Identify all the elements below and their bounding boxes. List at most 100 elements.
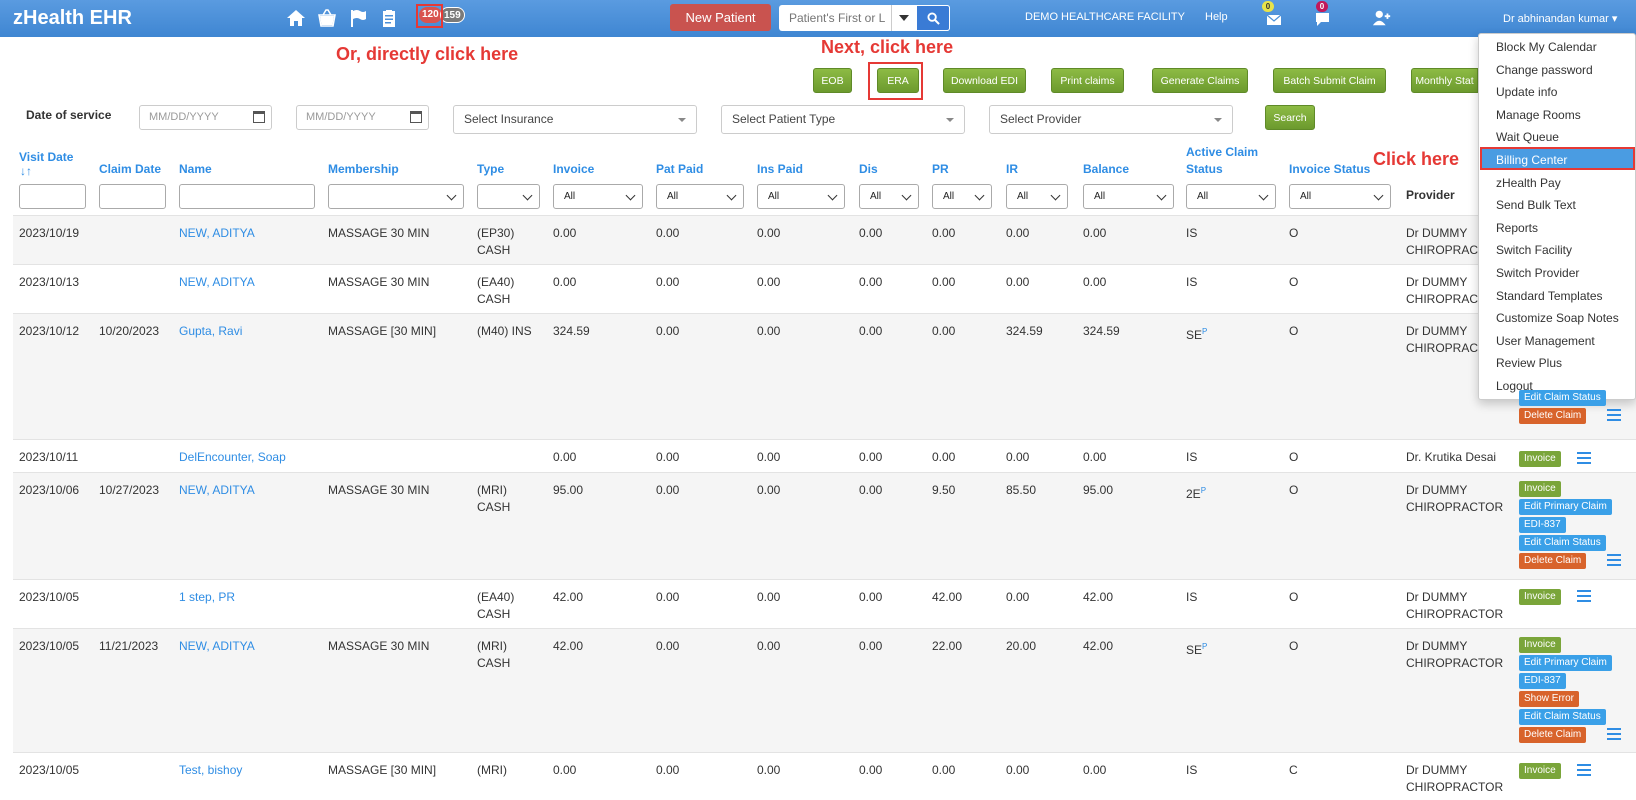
- filter-invoice[interactable]: All: [553, 184, 643, 209]
- col-claim-date[interactable]: Claim Date: [99, 162, 161, 176]
- generate-claims-button[interactable]: Generate Claims: [1152, 68, 1248, 93]
- sort-icon[interactable]: ↓↑: [20, 164, 32, 178]
- cell-name[interactable]: DelEncounter, Soap: [179, 449, 286, 466]
- filter-pr[interactable]: All: [932, 184, 992, 209]
- mail-icon[interactable]: [1265, 10, 1285, 30]
- menu-item-manage-rooms[interactable]: Manage Rooms: [1496, 108, 1581, 122]
- filter-claim-date[interactable]: [99, 184, 166, 209]
- invoice-button[interactable]: Invoice: [1519, 637, 1561, 653]
- edit-status-button[interactable]: Edit Claim Status: [1519, 390, 1606, 406]
- delete-button[interactable]: Delete Claim: [1519, 727, 1587, 743]
- edit-status-button[interactable]: Edit Claim Status: [1519, 709, 1606, 725]
- col-ir[interactable]: IR: [1006, 162, 1018, 176]
- cell-name[interactable]: NEW, ADITYA: [179, 225, 255, 242]
- col-ins-paid[interactable]: Ins Paid: [757, 162, 803, 176]
- list-icon[interactable]: [1577, 764, 1591, 776]
- search-button[interactable]: [916, 5, 950, 31]
- cell-name[interactable]: NEW, ADITYA: [179, 274, 255, 291]
- download-edi-button[interactable]: Download EDI: [943, 68, 1026, 93]
- col-pr[interactable]: PR: [932, 162, 949, 176]
- clipboard-icon[interactable]: [378, 7, 400, 29]
- notification-badge-gray[interactable]: 159: [440, 7, 465, 23]
- home-icon[interactable]: [285, 7, 307, 29]
- menu-item-change-password[interactable]: Change password: [1496, 63, 1593, 77]
- edit-primary-button[interactable]: Edit Primary Claim: [1519, 655, 1612, 671]
- col-visit-date[interactable]: Visit Date: [19, 150, 73, 164]
- calendar-icon[interactable]: [410, 111, 422, 123]
- new-patient-button[interactable]: New Patient: [670, 4, 771, 31]
- facility-name[interactable]: DEMO HEALTHCARE FACILITY: [1025, 11, 1185, 23]
- flag-icon[interactable]: [347, 7, 369, 29]
- batch-submit-claim-button[interactable]: Batch Submit Claim: [1273, 68, 1386, 93]
- calendar-icon[interactable]: [253, 111, 265, 123]
- menu-item-user-management[interactable]: User Management: [1496, 334, 1595, 348]
- menu-item-switch-provider[interactable]: Switch Provider: [1496, 266, 1579, 280]
- col-pat-paid[interactable]: Pat Paid: [656, 162, 703, 176]
- show-error-button[interactable]: Show Error: [1519, 691, 1580, 707]
- col-type[interactable]: Type: [477, 162, 504, 176]
- cell-name[interactable]: Test, bishoy: [179, 762, 242, 779]
- menu-item-reports[interactable]: Reports: [1496, 221, 1538, 235]
- invoice-button[interactable]: Invoice: [1519, 763, 1561, 779]
- col-active-claim-status[interactable]: Status: [1186, 162, 1223, 176]
- invoice-button[interactable]: Invoice: [1519, 589, 1561, 605]
- list-icon[interactable]: [1607, 728, 1621, 740]
- select-insurance[interactable]: Select Insurance: [453, 105, 697, 134]
- filter-ir[interactable]: All: [1006, 184, 1068, 209]
- chat-icon[interactable]: [1313, 9, 1333, 29]
- menu-item-send-bulk-text[interactable]: Send Bulk Text: [1496, 198, 1576, 212]
- date-to-input[interactable]: MM/DD/YYYY: [296, 105, 429, 130]
- list-icon[interactable]: [1607, 409, 1621, 421]
- filter-invoice-status[interactable]: All: [1289, 184, 1391, 209]
- menu-item-update-info[interactable]: Update info: [1496, 85, 1557, 99]
- menu-item-block-my-calendar[interactable]: Block My Calendar: [1496, 40, 1597, 54]
- invoice-button[interactable]: Invoice: [1519, 451, 1561, 467]
- basket-icon[interactable]: [316, 7, 338, 29]
- help-link[interactable]: Help: [1205, 11, 1228, 23]
- filter-search-button[interactable]: Search: [1265, 105, 1315, 130]
- select-provider[interactable]: Select Provider: [989, 105, 1233, 134]
- menu-item-customize-soap-notes[interactable]: Customize Soap Notes: [1496, 311, 1619, 325]
- menu-item-billing-center[interactable]: Billing Center: [1496, 153, 1567, 167]
- print-claims-button[interactable]: Print claims: [1051, 68, 1124, 93]
- delete-button[interactable]: Delete Claim: [1519, 553, 1587, 569]
- menu-item-review-plus[interactable]: Review Plus: [1496, 356, 1562, 370]
- monthly-stat-button[interactable]: Monthly Stat: [1411, 68, 1478, 93]
- user-menu-toggle[interactable]: Dr abhinandan kumar ▾: [1503, 12, 1617, 25]
- filter-name[interactable]: [179, 184, 315, 209]
- filter-membership[interactable]: [328, 184, 464, 209]
- cell-name[interactable]: NEW, ADITYA: [179, 482, 255, 499]
- list-icon[interactable]: [1577, 590, 1591, 602]
- menu-item-switch-facility[interactable]: Switch Facility: [1496, 243, 1572, 257]
- filter-visit-date[interactable]: [19, 184, 86, 209]
- edit-status-button[interactable]: Edit Claim Status: [1519, 535, 1606, 551]
- filter-dis[interactable]: All: [859, 184, 919, 209]
- delete-button[interactable]: Delete Claim: [1519, 408, 1587, 424]
- brand-logo[interactable]: zHealth EHR: [13, 7, 132, 30]
- filter-active-claim-status[interactable]: All: [1186, 184, 1276, 209]
- search-dropdown-caret[interactable]: [891, 5, 915, 31]
- col-membership[interactable]: Membership: [328, 162, 399, 176]
- edit-primary-button[interactable]: Edit Primary Claim: [1519, 499, 1612, 515]
- patient-search-input[interactable]: [779, 5, 889, 31]
- menu-item-standard-templates[interactable]: Standard Templates: [1496, 289, 1603, 303]
- cell-name[interactable]: Gupta, Ravi: [179, 323, 242, 340]
- menu-item-zhealth-pay[interactable]: zHealth Pay: [1496, 176, 1561, 190]
- select-patient-type[interactable]: Select Patient Type: [721, 105, 965, 134]
- edi-button[interactable]: EDI-837: [1519, 517, 1566, 533]
- invoice-button[interactable]: Invoice: [1519, 481, 1561, 497]
- menu-item-wait-queue[interactable]: Wait Queue: [1496, 130, 1559, 144]
- filter-type[interactable]: [477, 184, 540, 209]
- edi-button[interactable]: EDI-837: [1519, 673, 1566, 689]
- cell-name[interactable]: 1 step, PR: [179, 589, 235, 606]
- filter-ins-paid[interactable]: All: [757, 184, 845, 209]
- col-name[interactable]: Name: [179, 162, 212, 176]
- cell-name[interactable]: NEW, ADITYA: [179, 638, 255, 655]
- filter-pat-paid[interactable]: All: [656, 184, 744, 209]
- col-active-claim[interactable]: Active Claim: [1186, 145, 1258, 159]
- list-icon[interactable]: [1577, 452, 1591, 464]
- list-icon[interactable]: [1607, 554, 1621, 566]
- add-user-icon[interactable]: [1372, 8, 1392, 28]
- col-dis[interactable]: Dis: [859, 162, 878, 176]
- col-invoice[interactable]: Invoice: [553, 162, 594, 176]
